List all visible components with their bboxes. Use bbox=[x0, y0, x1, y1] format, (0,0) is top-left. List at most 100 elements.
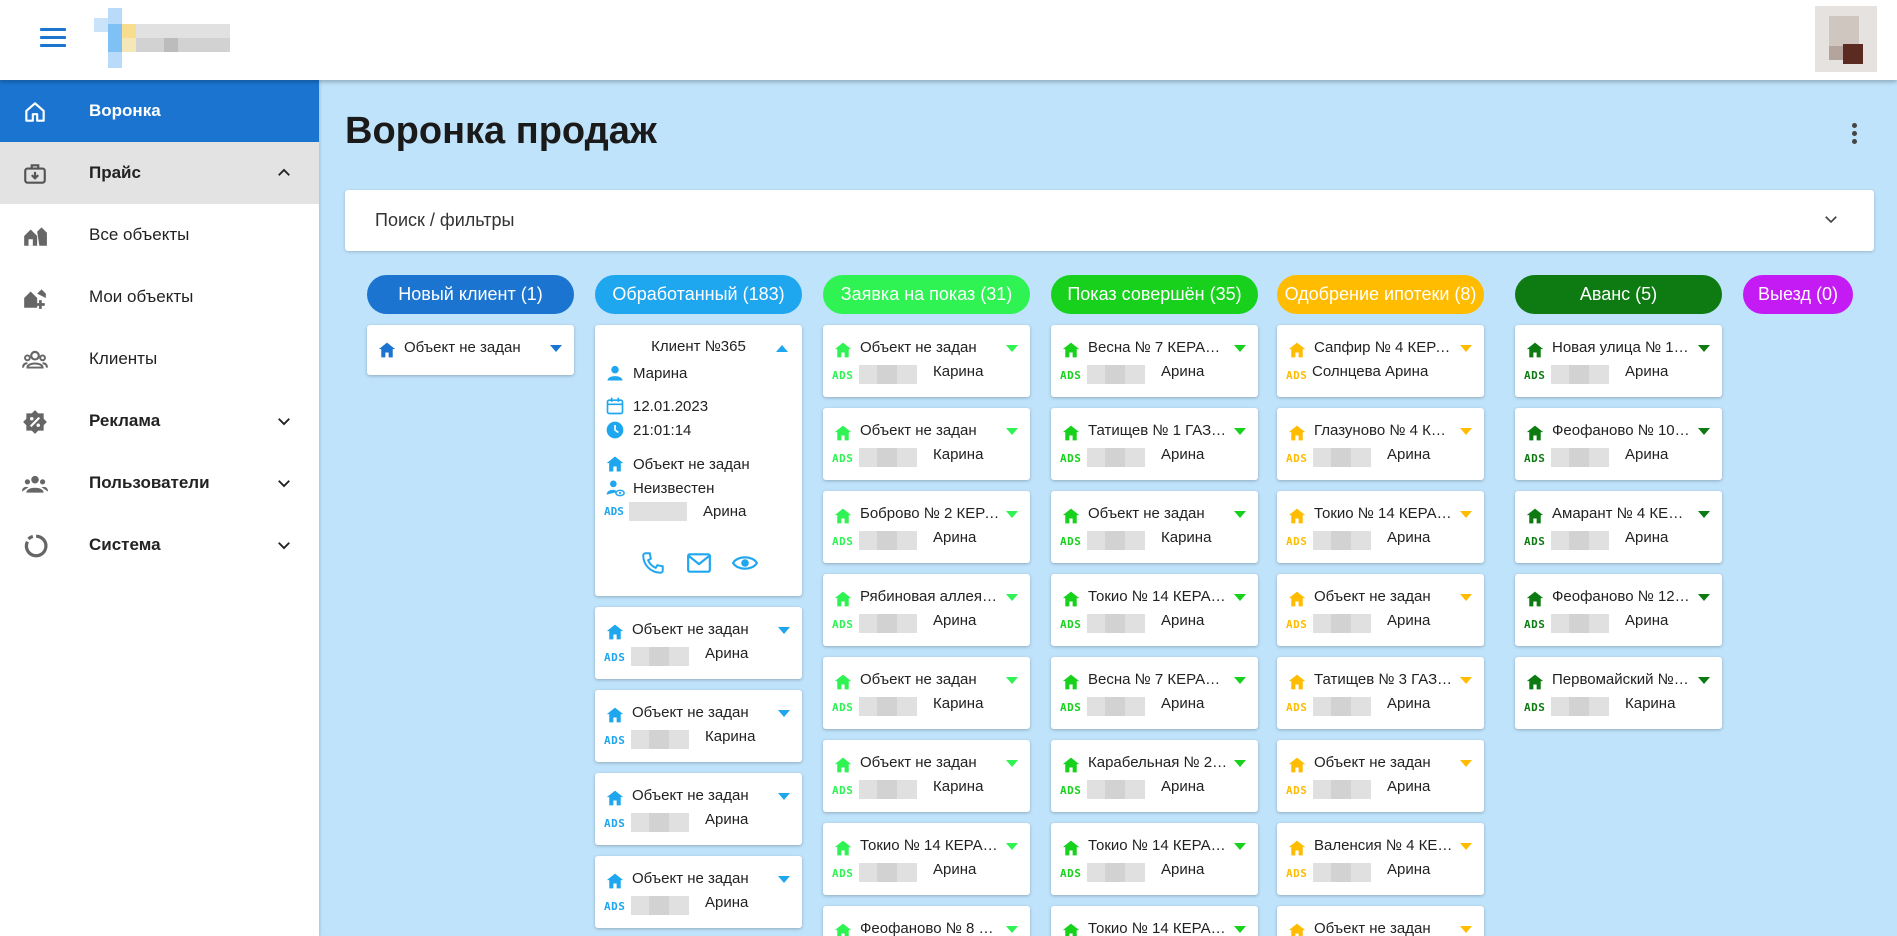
expand-arrow-icon[interactable] bbox=[1234, 677, 1246, 684]
deal-card[interactable]: Объект не заданADSАрина bbox=[1277, 574, 1484, 646]
expand-arrow-icon[interactable] bbox=[1006, 594, 1018, 601]
sidebar-item-funnel[interactable]: Воронка bbox=[0, 80, 319, 142]
deal-card[interactable]: Объект не заданADSАрина bbox=[595, 856, 802, 928]
expand-arrow-icon[interactable] bbox=[778, 710, 790, 717]
sidebar-item-ads[interactable]: Реклама bbox=[0, 390, 319, 452]
phone-icon[interactable] bbox=[639, 550, 667, 576]
deal-card[interactable]: Сапфир № 4 КЕРАМЗИТ ADS Солнцева Арина bbox=[1277, 325, 1484, 397]
expand-arrow-icon[interactable] bbox=[1234, 843, 1246, 850]
expand-arrow-icon[interactable] bbox=[1234, 594, 1246, 601]
expand-arrow-icon[interactable] bbox=[1006, 677, 1018, 684]
expand-arrow-icon[interactable] bbox=[1460, 926, 1472, 933]
deal-card[interactable]: Токио № 14 КЕРАМЗИТADSАрина bbox=[1277, 491, 1484, 563]
expand-arrow-icon[interactable] bbox=[778, 876, 790, 883]
deal-card[interactable]: Объект не заданADSАрина bbox=[1277, 740, 1484, 812]
column-header[interactable]: Новый клиент (1) bbox=[367, 275, 574, 314]
deal-card[interactable]: Рябиновая аллея № 1 ADS Арина bbox=[823, 574, 1030, 646]
object-name: Токио № 14 КЕРАМЗИТ bbox=[1088, 588, 1228, 605]
mail-icon[interactable] bbox=[685, 550, 713, 576]
column-header[interactable]: Аванс (5) bbox=[1515, 275, 1722, 314]
expand-arrow-icon[interactable] bbox=[1234, 760, 1246, 767]
expand-arrow-icon[interactable] bbox=[1460, 677, 1472, 684]
deal-card[interactable]: Весна № 7 КЕРАМЗИТ ADS Арина bbox=[1051, 325, 1258, 397]
column-header[interactable]: Выезд (0) bbox=[1743, 275, 1853, 314]
deal-card[interactable]: Токио № 14 КЕРАМЗИТADSАрина bbox=[1051, 823, 1258, 895]
expand-arrow-icon[interactable] bbox=[1006, 760, 1018, 767]
search-filters-panel[interactable]: Поиск / фильтры bbox=[345, 190, 1874, 251]
deal-card[interactable]: Токио № 14 КЕРАМЗИТADSАрина bbox=[1051, 906, 1258, 936]
deal-card[interactable]: Объект не заданADSАрина bbox=[1277, 906, 1484, 936]
menu-icon[interactable] bbox=[40, 28, 66, 50]
deal-card[interactable]: Боброво № 2 КЕРАМЗИТ ADS Арина bbox=[823, 491, 1030, 563]
deal-card[interactable]: Объект не задан ADS Карина bbox=[595, 690, 802, 762]
deal-card[interactable]: Объект не задан ADS Карина bbox=[823, 740, 1030, 812]
column-header[interactable]: Одобрение ипотеки (8) bbox=[1277, 275, 1484, 314]
expand-arrow-icon[interactable] bbox=[1006, 926, 1018, 933]
ads-label: ADS bbox=[1286, 369, 1308, 382]
deal-card[interactable]: Феофаново № 8 КЕРАМЗИТADSАрина bbox=[823, 906, 1030, 936]
expand-arrow-icon[interactable] bbox=[1234, 926, 1246, 933]
deal-card[interactable]: Объект не задан ADS Карина bbox=[823, 408, 1030, 480]
deal-card[interactable]: Объект не задан ADS Карина bbox=[823, 325, 1030, 397]
deal-card[interactable]: Первомайский № 14 КЕРАМЗИТ ADS Карина bbox=[1515, 657, 1722, 729]
home-icon bbox=[834, 425, 852, 441]
expand-arrow-icon[interactable] bbox=[1698, 345, 1710, 352]
deal-card[interactable]: Объект не задан ADS Карина bbox=[823, 657, 1030, 729]
deal-card[interactable]: Татищев № 1 ГАЗОБЕТОН ADS Арина bbox=[1051, 408, 1258, 480]
ads-label: ADS bbox=[1286, 867, 1308, 880]
expand-arrow-icon[interactable] bbox=[1460, 594, 1472, 601]
deal-card[interactable]: Объект не заданADSАрина bbox=[595, 607, 802, 679]
deal-card[interactable]: Токио № 14 КЕРАМЗИТADSАрина bbox=[1051, 574, 1258, 646]
expand-arrow-icon[interactable] bbox=[1234, 345, 1246, 352]
sidebar-item-clients[interactable]: Клиенты bbox=[0, 328, 319, 390]
expand-arrow-icon[interactable] bbox=[778, 627, 790, 634]
deal-card[interactable]: Токио № 14 КЕРАМЗИТADSАрина bbox=[823, 823, 1030, 895]
column-header[interactable]: Показ совершён (35) bbox=[1051, 275, 1258, 314]
expand-arrow-icon[interactable] bbox=[1006, 843, 1018, 850]
more-options-icon[interactable] bbox=[1850, 123, 1858, 147]
sidebar-item-my-objects[interactable]: Мои объекты bbox=[0, 266, 319, 328]
expand-arrow-icon[interactable] bbox=[778, 793, 790, 800]
expand-arrow-icon[interactable] bbox=[1698, 677, 1710, 684]
deal-card[interactable]: Глазуново № 4 КЕРАМЗИТ ADS Арина bbox=[1277, 408, 1484, 480]
deal-card[interactable]: Феофаново № 12 КЕРАМЗИТ ADS Арина bbox=[1515, 574, 1722, 646]
expand-arrow-icon[interactable] bbox=[1698, 428, 1710, 435]
deal-card[interactable]: Объект не задан ADS Карина bbox=[1051, 491, 1258, 563]
expand-arrow-icon[interactable] bbox=[1698, 511, 1710, 518]
deal-card[interactable]: Весна № 7 КЕРАМЗИТ ADS Арина bbox=[1051, 657, 1258, 729]
deal-card[interactable]: Новая улица № 1 КЕРАМЗИТ ADS Арина bbox=[1515, 325, 1722, 397]
expand-arrow-icon[interactable] bbox=[1006, 345, 1018, 352]
expand-arrow-icon[interactable] bbox=[1698, 594, 1710, 601]
expand-arrow-icon[interactable] bbox=[550, 345, 562, 352]
deal-card[interactable]: Валенсия № 4 КЕРАМЗИТ ADS Арина bbox=[1277, 823, 1484, 895]
deal-card[interactable]: Татищев № 3 ГАЗОБЕТОН ADS Арина bbox=[1277, 657, 1484, 729]
expand-arrow-icon[interactable] bbox=[1460, 843, 1472, 850]
expand-arrow-icon[interactable] bbox=[1460, 345, 1472, 352]
sidebar-item-system[interactable]: Система bbox=[0, 514, 319, 576]
sidebar-item-users[interactable]: Пользователи bbox=[0, 452, 319, 514]
eye-icon[interactable] bbox=[731, 550, 759, 576]
sidebar-item-all-objects[interactable]: Все объекты bbox=[0, 204, 319, 266]
expand-arrow-icon[interactable] bbox=[1006, 511, 1018, 518]
column-header[interactable]: Обработанный (183) bbox=[595, 275, 802, 314]
deal-card[interactable]: Карабельная № 25 КЕРАМЗИТ ADS Арина bbox=[1051, 740, 1258, 812]
sidebar-item-price[interactable]: Прайс bbox=[0, 142, 319, 204]
person-name: Карина bbox=[705, 728, 756, 745]
expand-arrow-icon[interactable] bbox=[1460, 428, 1472, 435]
deal-card[interactable]: Объект не задан bbox=[367, 325, 574, 375]
deal-card[interactable]: Объект не заданADSАрина bbox=[595, 773, 802, 845]
redacted-block bbox=[859, 531, 917, 550]
expand-arrow-icon[interactable] bbox=[1234, 428, 1246, 435]
expand-arrow-icon[interactable] bbox=[1006, 428, 1018, 435]
deal-card-expanded[interactable]: Клиент №365 Марина 12.01.2023 21:01:14 О… bbox=[595, 325, 802, 596]
column-header[interactable]: Заявка на показ (31) bbox=[823, 275, 1030, 314]
collapse-arrow-icon[interactable] bbox=[776, 345, 788, 352]
deal-card[interactable]: Амарант № 4 КЕРАМЗИТ ADS Арина bbox=[1515, 491, 1722, 563]
sidebar-item-label: Воронка bbox=[89, 101, 161, 120]
deal-card[interactable]: Феофаново № 10 КЕРАМЗИТ ADS Арина bbox=[1515, 408, 1722, 480]
expand-arrow-icon[interactable] bbox=[1460, 511, 1472, 518]
expand-arrow-icon[interactable] bbox=[1234, 511, 1246, 518]
avatar[interactable] bbox=[1815, 6, 1877, 72]
redacted-block bbox=[629, 502, 687, 521]
expand-arrow-icon[interactable] bbox=[1460, 760, 1472, 767]
